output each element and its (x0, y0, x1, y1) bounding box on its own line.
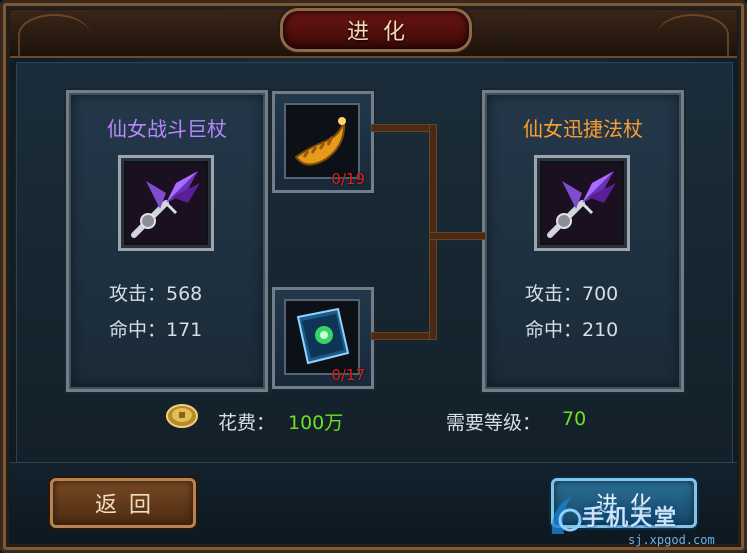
blue-rune-book-icon (296, 307, 350, 365)
back-button[interactable]: 返回 (50, 478, 196, 528)
staff-icon (126, 163, 206, 243)
watermark-url: sj.xpgod.com (628, 533, 715, 547)
watermark-text: 手机天堂 (582, 506, 679, 531)
target-hit-stat: 命中：210 (525, 319, 619, 341)
target-attack-stat: 攻击：700 (525, 283, 619, 305)
source-attack-stat: 攻击：568 (109, 283, 203, 305)
level-requirement-value: 70 (562, 408, 587, 430)
source-item-card: 仙女战斗巨杖 攻击：568 命中：171 (66, 90, 268, 392)
connector-top (371, 124, 437, 132)
material-slot-2[interactable]: 0/17 (272, 287, 374, 389)
golden-horn-icon (294, 117, 346, 166)
cost-value: 100万 (288, 412, 344, 434)
material-1-count: 0/19 (331, 170, 365, 188)
source-item-name: 仙女战斗巨杖 (107, 117, 227, 141)
material-slot-1-frame (284, 103, 360, 179)
staff-icon (542, 163, 622, 243)
coin-icon (166, 404, 198, 428)
title-plate: 进化 (280, 8, 472, 52)
ornament-right (657, 14, 729, 56)
ornament-left (18, 14, 90, 56)
material-slot-2-frame (284, 299, 360, 375)
connector-bottom (371, 332, 437, 340)
source-item-slot[interactable] (118, 155, 214, 251)
level-requirement-label: 需要等级： (446, 412, 542, 434)
material-2-count: 0/17 (331, 366, 365, 384)
source-hit-stat: 命中：171 (109, 319, 203, 341)
cost-label: 花费： (218, 412, 276, 434)
target-item-slot[interactable] (534, 155, 630, 251)
material-slot-1[interactable]: 0/19 (272, 91, 374, 193)
connector-to-target (429, 232, 486, 240)
target-item-name: 仙女迅捷法杖 (523, 117, 643, 141)
target-item-card: 仙女迅捷法杖 攻击：700 命中：210 (482, 90, 684, 392)
watermark-logo-icon (551, 496, 582, 534)
window-title: 进化 (346, 20, 419, 45)
